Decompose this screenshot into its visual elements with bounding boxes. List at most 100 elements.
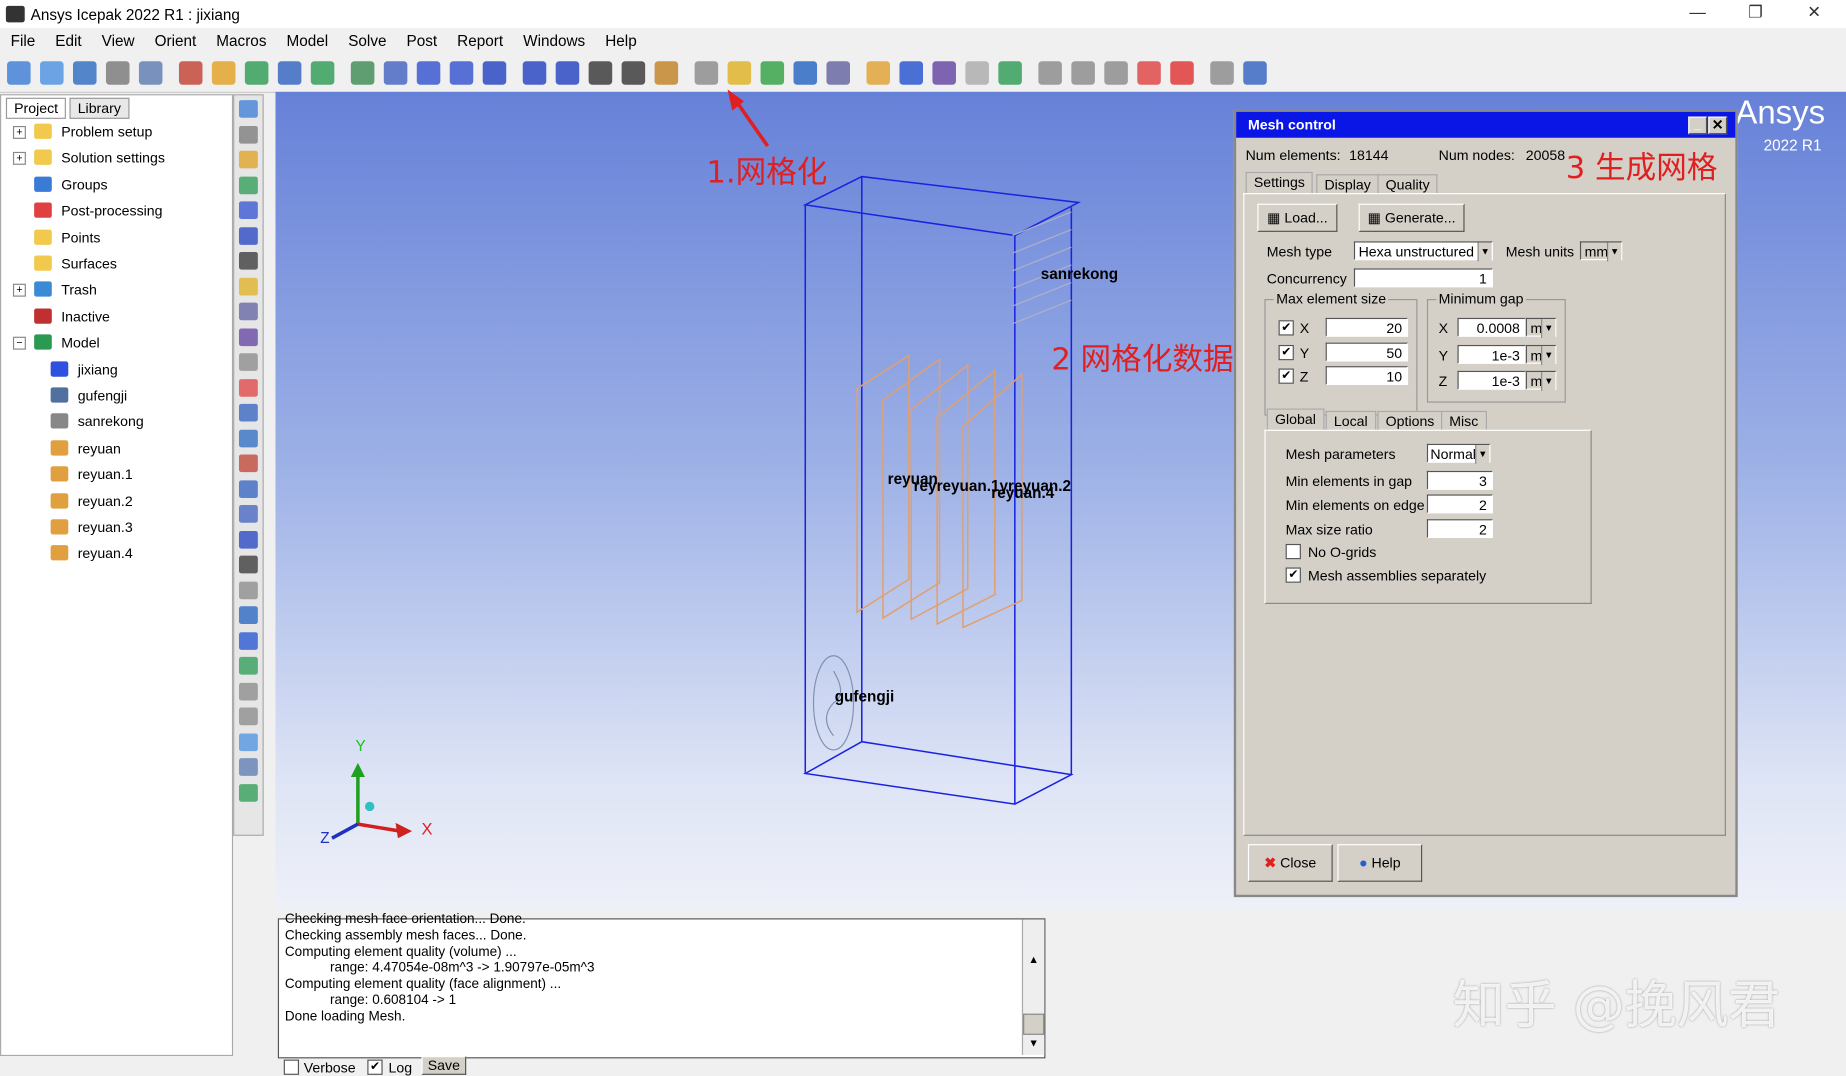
chevron-down-icon: ▼ [1541,345,1556,365]
ansys-version: 2022 R1 [1763,136,1822,155]
log-line: Checking mesh face orientation... Done. [284,912,526,927]
annotation-step3: 3 生成网格 [1565,150,1718,187]
log-label: Log [388,1059,413,1076]
num-nodes-value: 20058 [1525,147,1566,164]
concurrency-label: Concurrency [1266,270,1347,288]
tab-display[interactable]: Display [1316,174,1380,195]
mesh-assemblies-separately-checkbox[interactable]: ✔ [1285,567,1301,583]
max-size-ratio-input[interactable]: 2 [1426,519,1493,539]
log-lines: Checking mesh face orientation... Done. C… [284,912,595,1026]
chevron-down-icon: ▼ [1475,445,1490,464]
min-gap-unit-select[interactable]: m ▼ [1525,370,1557,391]
tab-quality[interactable]: Quality [1377,174,1438,195]
mesh-type-select[interactable]: Hexa unstructured ▼ [1353,241,1493,262]
max-element-size-label: Max element size [1273,290,1389,308]
min-gap-axis-label: Y [1438,346,1449,364]
num-nodes-label: Num nodes: [1438,147,1515,164]
axis-triad [331,762,413,840]
no-ogrids-checkbox[interactable] [1285,543,1301,560]
min-elements-edge-label: Min elements on edge [1285,496,1425,514]
message-log[interactable]: Checking mesh face orientation... Done. C… [277,912,1046,1059]
max-size-axis-label: X [1299,320,1310,337]
ansys-logo: Ansys [1735,94,1826,131]
close-x-icon: ✖ [1264,854,1281,872]
load-button[interactable]: ▦ Load... [1257,203,1338,232]
min-gap-unit-select[interactable]: m ▼ [1525,344,1557,365]
log-line: Done loading Mesh. [284,1009,406,1024]
chevron-down-icon: ▼ [1607,242,1622,262]
min-gap-axis-label: X [1438,320,1449,337]
verbose-checkbox[interactable] [283,1059,300,1075]
chevron-down-icon: ▼ [1477,242,1492,262]
num-elements-label: Num elements: [1245,147,1341,164]
log-line: Computing element quality (face alignmen… [284,977,562,992]
dialog-title: Mesh control [1247,116,1336,134]
max-size-z-checkbox[interactable]: ✔ [1278,368,1294,384]
mesh-units-value: mm [1584,243,1609,261]
scroll-down-icon[interactable]: ▼ [1023,1036,1044,1055]
subtab-misc[interactable]: Misc [1441,410,1487,431]
save-button[interactable]: Save [421,1056,467,1075]
min-gap-x-input[interactable]: 0.0008 [1457,317,1526,337]
label-sanrekong: sanrekong [1040,264,1119,283]
mesh-units-select[interactable]: mm ▼ [1579,241,1623,262]
mesh-assemblies-separately-label: Mesh assemblies separately [1307,567,1487,584]
no-ogrids-label: No O-grids [1307,543,1377,561]
log-line: Computing element quality (volume) ... [284,944,517,960]
dialog-close-icon[interactable]: ✕ [1708,116,1728,135]
min-gap-z-input[interactable]: 1e-3 [1457,370,1526,390]
chevron-down-icon: ▼ [1541,372,1556,391]
tab-settings[interactable]: Settings [1245,171,1314,195]
mesh-units-label: Mesh units [1505,243,1575,261]
subtab-local[interactable]: Local [1325,410,1376,431]
mesh-control-dialog: Mesh control _ ✕ Num elements: 18144 Num… [1233,109,1738,898]
generate-button[interactable]: ▦ Generate... [1358,203,1465,232]
load-label: Load... [1284,209,1328,227]
axis-y-label: Y [355,736,366,755]
max-size-axis-label: Y [1299,344,1310,361]
mesh-parameters-value: Normal [1430,446,1476,463]
close-label: Close [1280,854,1317,872]
close-button[interactable]: ✖ Close [1247,844,1333,882]
max-size-y-input[interactable]: 50 [1325,342,1409,361]
concurrency-input[interactable]: 1 [1353,268,1493,288]
watermark: 知乎 @挽风君 [1452,975,1781,1037]
verbose-label: Verbose [303,1059,356,1076]
mesh-type-label: Mesh type [1266,243,1332,261]
log-checkbox[interactable]: ✔ [367,1059,383,1075]
log-scrollbar[interactable]: ▲ ▼ [1021,919,1045,1055]
annotation-step1: 1.网格化 [706,155,828,191]
subtab-global[interactable]: Global [1266,408,1325,431]
min-elements-gap-input[interactable]: 3 [1426,470,1493,490]
minimum-gap-label: Minimum gap [1436,290,1526,308]
max-size-x-checkbox[interactable]: ✔ [1278,320,1294,336]
mesh-parameters-select[interactable]: Normal ▼ [1426,443,1491,464]
max-size-ratio-label: Max size ratio [1285,521,1373,539]
min-gap-unit-select[interactable]: m ▼ [1525,317,1557,338]
help-button[interactable]: ● Help [1337,844,1423,882]
min-elements-edge-input[interactable]: 2 [1426,494,1493,514]
generate-label: Generate... [1384,209,1456,227]
help-label: Help [1371,854,1401,872]
min-elements-gap-label: Min elements in gap [1285,473,1413,490]
min-gap-y-input[interactable]: 1e-3 [1457,344,1526,364]
mesh-type-value: Hexa unstructured [1358,243,1475,261]
axis-z-label: Z [320,828,330,847]
max-size-y-checkbox[interactable]: ✔ [1278,344,1294,360]
max-size-axis-label: Z [1299,368,1309,385]
dialog-minimize-button[interactable]: _ [1688,116,1708,135]
chevron-down-icon: ▼ [1541,319,1556,338]
load-icon: ▦ [1267,209,1285,227]
max-size-z-input[interactable]: 10 [1325,366,1409,385]
log-line: range: 4.47054e-08m^3 -> 1.90797e-05m^3 [284,961,595,976]
label-reyuan4: reyuan.4 [991,483,1055,502]
mesh-parameters-label: Mesh parameters [1285,446,1396,463]
scroll-thumb[interactable] [1023,1013,1045,1035]
max-size-x-input[interactable]: 20 [1325,317,1409,337]
subtab-options[interactable]: Options [1377,410,1443,431]
scroll-up-icon[interactable]: ▲ [1023,952,1044,971]
dialog-title-bar: Mesh control _ ✕ [1236,111,1736,138]
num-elements-value: 18144 [1349,147,1389,164]
log-line: Checking assembly mesh faces... Done. [284,928,527,943]
annotation-step2: 2 网格化数据 [1051,342,1234,378]
